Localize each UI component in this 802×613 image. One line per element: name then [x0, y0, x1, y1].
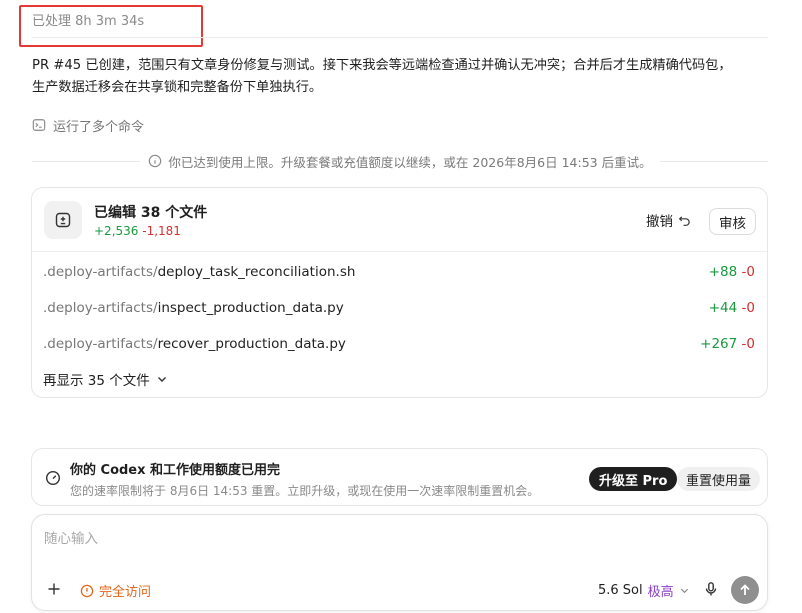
- upgrade-pro-button[interactable]: 升级至 Pro: [589, 467, 678, 491]
- divider: [32, 160, 141, 162]
- file-removed: -0: [741, 264, 755, 280]
- file-name: inspect_production_data.py: [157, 300, 344, 316]
- file-dir: .deploy-artifacts/: [43, 300, 158, 316]
- undo-icon: [678, 215, 690, 226]
- full-access-label: 完全访问: [99, 585, 152, 600]
- undo-button[interactable]: 撤销: [646, 210, 691, 230]
- commands-run-toggle[interactable]: 运行了多个命令: [32, 115, 144, 135]
- review-button[interactable]: 审核: [709, 208, 756, 235]
- chevron-down-icon: [157, 377, 166, 382]
- file-row[interactable]: .deploy-artifacts/inspect_production_dat…: [43, 297, 755, 319]
- edited-files-card: 已编辑 38 个文件 +2,536 -1,181 撤销 审核 .deploy-a…: [31, 187, 768, 398]
- show-more-label: 再显示 35 个文件: [43, 373, 150, 389]
- diff-file-icon: [44, 201, 82, 239]
- model-selector[interactable]: 5.6 Sol 极高: [598, 581, 690, 600]
- plus-icon[interactable]: [46, 581, 62, 597]
- undo-label: 撤销: [646, 214, 673, 230]
- usage-subtitle: 您的速率限制将于 8月6日 14:53 重置。立即升级，或现在使用一次速率限制重…: [70, 484, 540, 498]
- terminal-icon: [32, 119, 46, 131]
- full-access-button[interactable]: 完全访问: [80, 581, 151, 600]
- usage-limit-notice: 你已达到使用上限。升级套餐或充值额度以继续，或在 2026年8月6日 14:53…: [32, 151, 769, 171]
- file-added: +44: [708, 300, 738, 316]
- usage-title: 你的 Codex 和工作使用额度已用完: [70, 463, 281, 478]
- gauge-icon: [45, 470, 61, 486]
- assistant-message: PR #45 已创建，范围只有文章身份修复与测试。接下来我会等远端检查通过并确认…: [32, 55, 772, 99]
- file-row[interactable]: .deploy-artifacts/recover_production_dat…: [43, 333, 755, 355]
- file-removed: -0: [741, 300, 755, 316]
- file-name: recover_production_data.py: [157, 336, 346, 352]
- reasoning-effort: 极高: [647, 585, 674, 600]
- file-removed: -0: [741, 336, 755, 352]
- edited-files-title: 已编辑 38 个文件: [94, 205, 208, 221]
- highlight-annotation-box: [19, 5, 203, 47]
- chevron-down-icon: [680, 588, 688, 594]
- usage-limit-text: 你已达到使用上限。升级套餐或充值额度以继续，或在 2026年8月6日 14:53…: [168, 154, 652, 170]
- message-input[interactable]: [44, 527, 744, 551]
- divider: [32, 37, 768, 38]
- info-icon: [149, 154, 162, 168]
- edited-files-stats: +2,536 -1,181: [94, 224, 181, 238]
- lines-added: +2,536: [94, 224, 139, 238]
- send-button[interactable]: [731, 576, 759, 604]
- reset-usage-button[interactable]: 重置使用量: [677, 467, 761, 491]
- file-added: +88: [708, 264, 738, 280]
- commands-run-label: 运行了多个命令: [53, 119, 145, 135]
- message-line: 生产数据迁移会在共享锁和完整备份下单独执行。: [32, 80, 323, 95]
- show-more-files-button[interactable]: 再显示 35 个文件: [43, 369, 168, 389]
- file-added: +267: [700, 336, 738, 352]
- arrow-up-icon: [740, 584, 750, 595]
- file-row[interactable]: .deploy-artifacts/deploy_task_reconcilia…: [43, 261, 755, 283]
- divider: [659, 160, 769, 162]
- model-name: 5.6 Sol: [598, 583, 643, 598]
- file-name: deploy_task_reconciliation.sh: [157, 264, 356, 280]
- divider: [32, 251, 767, 252]
- microphone-icon[interactable]: [703, 581, 719, 597]
- file-dir: .deploy-artifacts/: [43, 264, 158, 280]
- composer: 完全访问 5.6 Sol 极高: [31, 514, 768, 611]
- warning-icon: [80, 584, 94, 597]
- lines-removed: -1,181: [142, 224, 181, 238]
- message-line: PR #45 已创建，范围只有文章身份修复与测试。接下来我会等远端检查通过并确认…: [32, 58, 732, 73]
- usage-exhausted-card: 你的 Codex 和工作使用额度已用完 您的速率限制将于 8月6日 14:53 …: [31, 448, 768, 506]
- file-dir: .deploy-artifacts/: [43, 336, 158, 352]
